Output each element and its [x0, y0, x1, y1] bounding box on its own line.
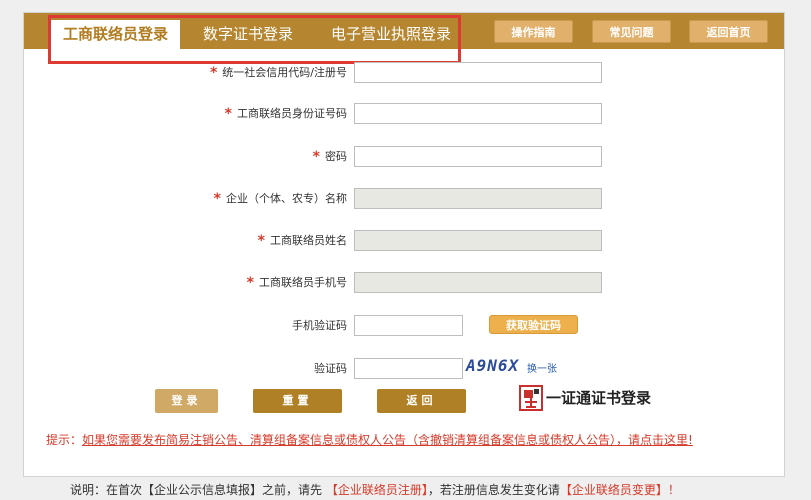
captcha-refresh-link[interactable]: 换一张	[527, 360, 557, 375]
id-number-input[interactable]	[354, 103, 602, 124]
required-mark: *	[312, 149, 320, 165]
liaison-name-input[interactable]	[354, 230, 602, 251]
home-button[interactable]: 返回首页	[689, 20, 768, 43]
reset-button[interactable]: 重置	[253, 389, 342, 413]
login-button[interactable]: 登录	[155, 389, 218, 413]
liaison-name-label: * 工商联络员姓名	[257, 233, 347, 249]
captcha-label: 验证码	[314, 362, 347, 375]
sms-code-label: 手机验证码	[292, 319, 347, 332]
required-mark: *	[209, 65, 218, 81]
credit-code-label: * 统一社会信用代码/注册号	[209, 65, 347, 81]
required-mark: *	[224, 106, 232, 122]
tab-digital-cert-login[interactable]: 数字证书登录	[192, 20, 304, 49]
row-id-number: * 工商联络员身份证号码	[24, 103, 784, 125]
company-name-label: * 企业（个体、农专）名称	[213, 191, 347, 207]
id-number-label: * 工商联络员身份证号码	[224, 106, 347, 122]
required-mark: *	[257, 233, 265, 249]
tab-business-license-login[interactable]: 电子营业执照登录	[324, 20, 458, 49]
row-password: * 密码	[24, 146, 784, 168]
top-bar: 工商联络员登录 数字证书登录 电子营业执照登录 操作指南 常见问题 返回首页	[24, 13, 784, 49]
get-sms-code-button[interactable]: 获取验证码	[489, 315, 578, 334]
liaison-change-link[interactable]: 【企业联络员变更】	[560, 483, 668, 497]
row-credit-code: * 统一社会信用代码/注册号	[24, 62, 784, 84]
required-mark: *	[246, 275, 254, 291]
note-suffix: ！	[667, 483, 680, 497]
liaison-register-link[interactable]: 【企业联络员注册】	[326, 483, 428, 497]
cert-login-label: 一证通证书登录	[546, 389, 652, 407]
announcement-link[interactable]: 如果您需要发布简易注销公告、清算组备案信息或债权人公告（含撤销清算组备案信息或债…	[82, 433, 693, 447]
tip-label: 提示：	[46, 433, 83, 447]
back-button[interactable]: 返回	[377, 389, 466, 413]
note-prefix: 说明：在首次【企业公示信息填报】之前，请先	[70, 483, 323, 497]
row-company-name: * 企业（个体、农专）名称	[24, 188, 784, 210]
captcha-input[interactable]	[354, 358, 463, 379]
password-input[interactable]	[354, 146, 602, 167]
tab-liaison-login[interactable]: 工商联络员登录	[51, 20, 180, 49]
liaison-phone-label: * 工商联络员手机号	[246, 275, 347, 291]
guide-button[interactable]: 操作指南	[494, 20, 573, 43]
company-name-input[interactable]	[354, 188, 602, 209]
required-mark: *	[213, 191, 221, 207]
tip-line: 提示：如果您需要发布简易注销公告、清算组备案信息或债权人公告（含撤销清算组备案信…	[46, 431, 693, 448]
row-captcha: 验证码 A9N6X 换一张	[24, 356, 784, 380]
login-panel: 工商联络员登录 数字证书登录 电子营业执照登录 操作指南 常见问题 返回首页 *…	[23, 12, 785, 477]
credit-code-input[interactable]	[354, 62, 602, 83]
row-liaison-name: * 工商联络员姓名	[24, 230, 784, 252]
captcha-image[interactable]: A9N6X	[466, 356, 522, 376]
cert-logo-icon	[519, 385, 543, 411]
bottom-note: 说明：在首次【企业公示信息填报】之前，请先 【企业联络员注册】，若注册信息发生变…	[70, 481, 680, 498]
faq-button[interactable]: 常见问题	[592, 20, 671, 43]
row-sms-code: 手机验证码 获取验证码	[24, 315, 784, 337]
note-middle: ，若注册信息发生变化请	[427, 483, 560, 497]
password-label: * 密码	[312, 149, 347, 165]
liaison-phone-input[interactable]	[354, 272, 602, 293]
sms-code-input[interactable]	[354, 315, 463, 336]
row-liaison-phone: * 工商联络员手机号	[24, 272, 784, 294]
